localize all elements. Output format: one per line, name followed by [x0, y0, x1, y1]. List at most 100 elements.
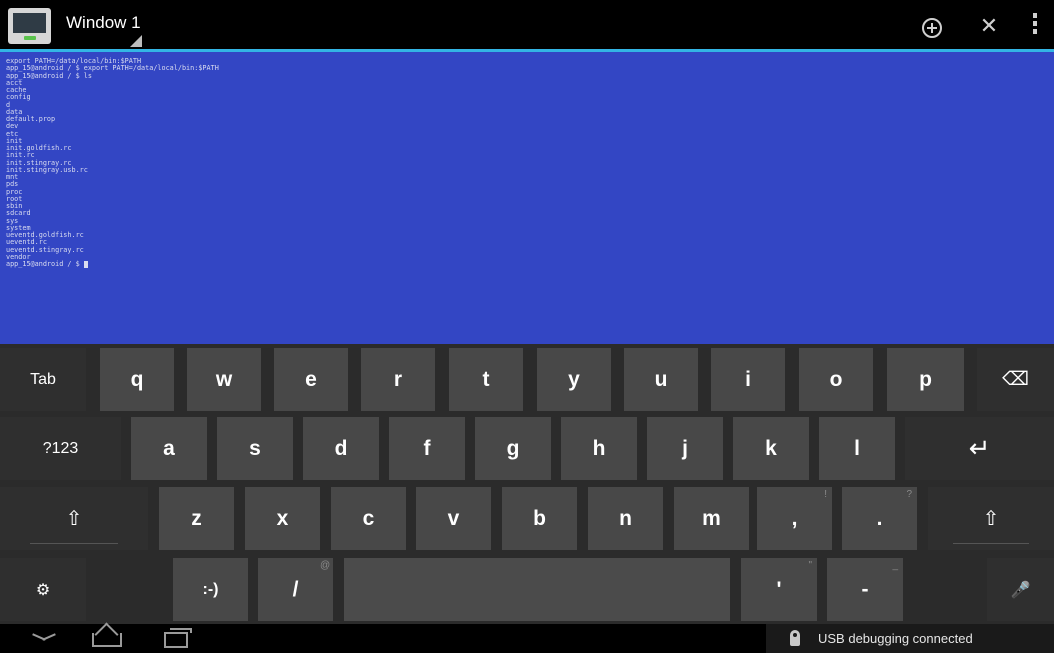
terminal-line: init.stingray.rc [6, 158, 72, 167]
terminal-line: default.prop [6, 115, 56, 123]
key-comma[interactable]: , ! [757, 487, 832, 550]
terminal-line: app_15@android / $ export PATH=/data/loc… [6, 64, 219, 73]
key-l[interactable]: l [819, 417, 895, 480]
key-z[interactable]: z [159, 487, 234, 550]
terminal-line: ueventd.goldfish.rc [6, 231, 84, 239]
new-window-button[interactable] [917, 10, 947, 42]
key-dash-label: - [861, 577, 869, 601]
key-m[interactable]: m [674, 487, 749, 550]
key-n[interactable]: n [588, 487, 663, 550]
key-slash-label: / [292, 577, 299, 601]
key-e[interactable]: e [274, 348, 348, 411]
terminal-line: init.goldfish.rc [6, 144, 72, 152]
app-icon-led [24, 36, 36, 40]
shift-underline [953, 543, 1029, 544]
key-period-label: . [876, 506, 883, 530]
backspace-key[interactable]: ⌫ [977, 348, 1054, 411]
key-symbols[interactable]: ?123 [0, 417, 121, 480]
terminal-line: sbin [6, 202, 23, 210]
terminal-line: sys [6, 216, 19, 225]
key-tab[interactable]: Tab [0, 348, 86, 411]
voice-input-key[interactable]: 🎤 [987, 558, 1054, 621]
key-j[interactable]: j [647, 417, 723, 480]
key-slash[interactable]: / @ [258, 558, 333, 621]
key-y[interactable]: y [537, 348, 611, 411]
terminal-line: root [6, 194, 23, 203]
key-apostrophe[interactable]: ' " [741, 558, 817, 621]
key-q[interactable]: q [100, 348, 174, 411]
key-s[interactable]: s [217, 417, 293, 480]
window-title[interactable]: Window 1 [66, 13, 141, 33]
key-dash-hint: _ [892, 560, 898, 571]
terminal-line: dev [6, 122, 19, 131]
recent-apps-icon[interactable] [164, 628, 192, 648]
terminal-lines: export PATH=/data/local/bin:$PATH app_15@… [6, 57, 1054, 268]
app-icon-screen [13, 13, 46, 33]
key-x[interactable]: x [245, 487, 320, 550]
key-period[interactable]: . ? [842, 487, 917, 550]
key-o[interactable]: o [799, 348, 873, 411]
key-k[interactable]: k [733, 417, 809, 480]
key-comma-hint: ! [824, 489, 827, 500]
terminal-line: init.stingray.usb.rc [6, 165, 88, 174]
shift-key-left[interactable]: ⇧ [0, 487, 148, 550]
key-a[interactable]: a [131, 417, 207, 480]
key-b[interactable]: b [502, 487, 577, 550]
key-p[interactable]: p [887, 348, 964, 411]
terminal-line: init [6, 136, 23, 145]
key-r[interactable]: r [361, 348, 435, 411]
key-dash[interactable]: - _ [827, 558, 903, 621]
key-apostrophe-label: ' [776, 577, 782, 601]
terminal-line: ueventd.stingray.rc [6, 245, 84, 254]
key-t[interactable]: t [449, 348, 523, 411]
terminal-app-icon[interactable] [8, 8, 51, 44]
key-h[interactable]: h [561, 417, 637, 480]
back-icon[interactable] [32, 630, 56, 644]
key-g[interactable]: g [475, 417, 551, 480]
enter-key[interactable]: ↵ [905, 417, 1054, 480]
key-w[interactable]: w [187, 348, 261, 411]
overflow-menu-button[interactable] [1027, 10, 1043, 42]
backspace-icon: ⌫ [1002, 369, 1029, 390]
terminal-line: acct [6, 78, 23, 87]
terminal-cursor [83, 261, 88, 268]
terminal-line: app_15@android / $ ls [6, 71, 92, 80]
overflow-dot [1033, 21, 1037, 26]
key-d[interactable]: d [303, 417, 379, 480]
key-comma-label: , [791, 506, 798, 530]
terminal-line: app_15@android / $ [6, 260, 1054, 268]
terminal-output[interactable]: export PATH=/data/local/bin:$PATH app_15@… [0, 52, 1054, 344]
usb-debugging-icon [790, 630, 800, 646]
terminal-line: sdcard [6, 209, 31, 218]
close-window-button[interactable]: ✕ [974, 10, 1004, 42]
home-icon[interactable] [92, 633, 122, 647]
notification-text: USB debugging connected [818, 631, 973, 646]
terminal-line: proc [6, 187, 23, 196]
terminal-line: etc [6, 129, 19, 138]
enter-icon: ↵ [968, 433, 991, 463]
action-bar: Window 1 ✕ [0, 0, 1054, 52]
window-dropdown-indicator [130, 35, 142, 47]
keyboard-settings-key[interactable]: ⚙ [0, 558, 86, 621]
terminal-line: cache [6, 86, 27, 94]
key-c[interactable]: c [331, 487, 406, 550]
key-f[interactable]: f [389, 417, 465, 480]
system-bar: USB debugging connected [0, 624, 1054, 653]
shift-icon: ⇧ [65, 508, 83, 530]
terminal-line: d [6, 100, 11, 109]
terminal-line: vendor [6, 252, 31, 261]
shift-key-right[interactable]: ⇧ [928, 487, 1054, 550]
soft-keyboard: Tab q w e r t y u i o p ⌫ ?123 a s d f g… [0, 344, 1054, 624]
terminal-line: init.rc [6, 151, 35, 160]
terminal-line: data [6, 107, 23, 116]
key-v[interactable]: v [416, 487, 491, 550]
key-i[interactable]: i [711, 348, 785, 411]
key-u[interactable]: u [624, 348, 698, 411]
spacebar[interactable] [344, 558, 730, 621]
key-period-hint: ? [906, 489, 912, 500]
key-apostrophe-hint: " [808, 560, 812, 571]
terminal-line: ueventd.rc [6, 238, 47, 247]
key-smiley[interactable]: :-) [173, 558, 248, 621]
notification-area[interactable]: USB debugging connected [766, 624, 1054, 653]
terminal-line: config [6, 93, 31, 102]
